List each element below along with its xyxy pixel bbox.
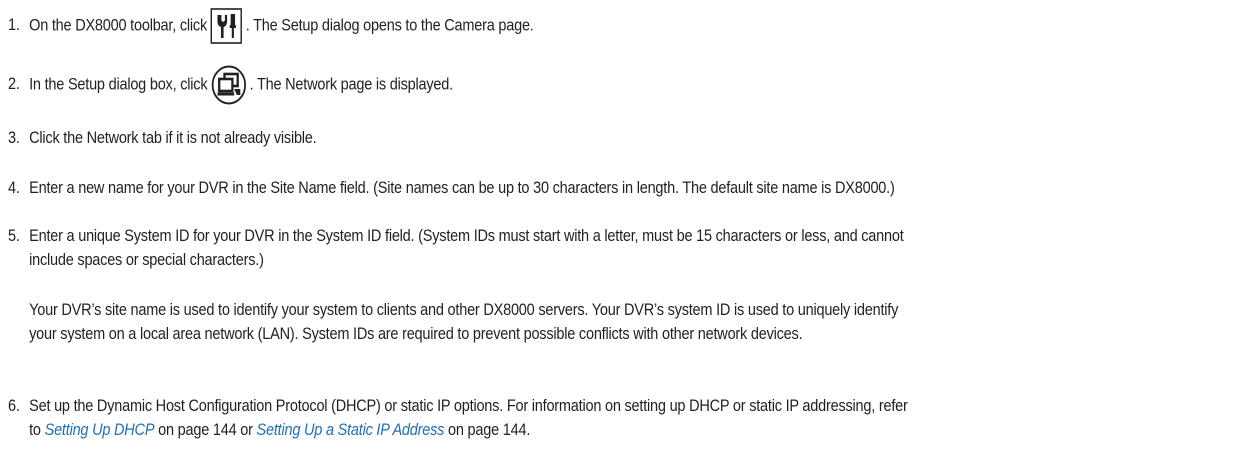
document-page: 1. On the DX8000 toolbar, click . The Setu… — [0, 0, 1256, 456]
step-6: 6. Set up the Dynamic Host Configuration … — [8, 394, 1249, 442]
step-4: 4. Enter a new name for your DVR in the S… — [8, 176, 1099, 200]
network-computer-icon — [211, 65, 246, 105]
step-1-text-after: . The Setup dialog opens to the Camera p… — [245, 16, 534, 35]
step-2-text-after: . The Network page is displayed. — [249, 75, 454, 94]
step-number: 4. — [8, 179, 20, 197]
step-2-text-before: In the Setup dialog box, click — [29, 75, 208, 94]
link-setting-up-static-ip[interactable]: Setting Up a Static IP Address — [257, 421, 445, 439]
step-3-text: Click the Network tab if it is not alrea… — [29, 129, 317, 147]
step-4-text: Enter a new name for your DVR in the Sit… — [29, 179, 895, 197]
step-2: 2. In the Setup dialog box, click . The Ne… — [8, 65, 1099, 105]
note-line-1: Your DVR’s site name is used to identify… — [29, 301, 899, 319]
step-5-line-1: Enter a unique System ID for your DVR in… — [29, 227, 904, 245]
step-number: 3. — [8, 129, 20, 147]
step-number: 1. — [8, 16, 20, 35]
step-5-line-2: include spaces or special characters.) — [29, 251, 264, 269]
step-5: 5. Enter a unique System ID for your DVR … — [8, 224, 1249, 272]
step-1: 1. On the DX8000 toolbar, click . The Setu… — [8, 8, 1099, 44]
step-6-suffix: on page 144. — [444, 421, 531, 439]
tools-icon — [210, 8, 243, 44]
step-6-line-1: Set up the Dynamic Host Configuration Pr… — [29, 397, 908, 415]
step-3: 3. Click the Network tab if it is not alr… — [8, 126, 1099, 150]
step-6-line-2: to Setting Up DHCP on page 144 or Settin… — [8, 418, 1249, 442]
note-paragraph: Your DVR’s site name is used to identify… — [8, 298, 1252, 346]
note-line-2: your system on a local area network (LAN… — [29, 325, 803, 343]
step-number: 5. — [8, 227, 20, 245]
step-1-text-before: On the DX8000 toolbar, click — [29, 16, 207, 35]
step-number: 6. — [8, 397, 20, 415]
step-6-prefix: to — [29, 421, 45, 439]
step-number: 2. — [8, 75, 20, 94]
link-setting-up-dhcp[interactable]: Setting Up DHCP — [45, 421, 155, 439]
step-6-middle: on page 144 or — [154, 421, 257, 439]
